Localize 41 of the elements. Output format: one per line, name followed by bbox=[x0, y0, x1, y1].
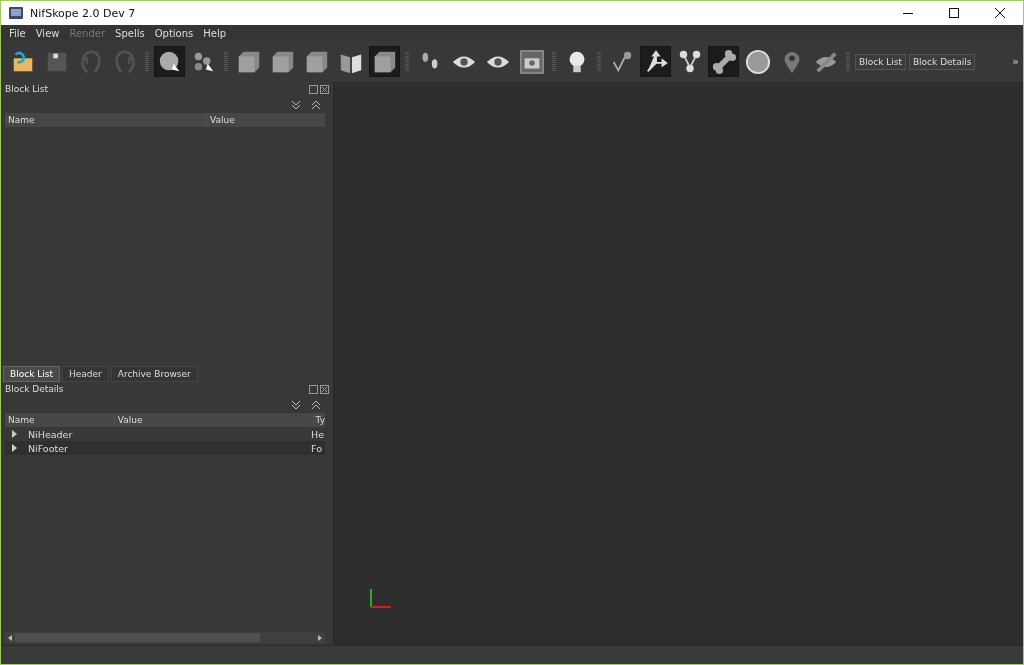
axis-gizmo-icon bbox=[369, 588, 393, 610]
tab[interactable]: Header bbox=[61, 366, 109, 382]
menu-item[interactable]: File bbox=[4, 27, 31, 39]
column-header[interactable]: Value bbox=[207, 115, 235, 125]
disc-icon bbox=[744, 48, 771, 75]
expand-all-icon[interactable] bbox=[311, 400, 321, 410]
column-header[interactable]: Ty bbox=[313, 415, 325, 425]
tree-item[interactable]: NiFooter bbox=[24, 442, 311, 454]
expand-arrow-icon[interactable] bbox=[10, 430, 18, 438]
toolbar-text-button[interactable]: Block Details bbox=[908, 53, 976, 70]
menu-item[interactable]: Spells bbox=[110, 27, 150, 39]
camera-icon bbox=[518, 48, 545, 75]
app-icon bbox=[8, 5, 24, 21]
tab[interactable]: Archive Browser bbox=[110, 366, 198, 382]
bone-tool-button[interactable] bbox=[708, 46, 739, 77]
float-icon[interactable] bbox=[309, 384, 318, 394]
float-icon[interactable] bbox=[309, 84, 318, 94]
tab[interactable]: Block List bbox=[3, 366, 60, 382]
menu-item[interactable]: Help bbox=[198, 27, 232, 39]
bone-icon bbox=[710, 48, 737, 75]
cube-tool-button[interactable] bbox=[369, 46, 400, 77]
menu-item[interactable]: View bbox=[30, 27, 65, 39]
collapse-all-icon[interactable] bbox=[291, 100, 301, 110]
table-cell: He bbox=[311, 428, 325, 440]
menu-item[interactable]: Options bbox=[149, 27, 199, 39]
collapse-all-icon[interactable] bbox=[291, 400, 301, 410]
expand-arrow-icon[interactable] bbox=[10, 444, 18, 452]
column-header[interactable]: Value bbox=[114, 415, 314, 425]
expand-all-icon[interactable] bbox=[311, 100, 321, 110]
column-header[interactable]: Name bbox=[5, 115, 207, 125]
axes-tool-button[interactable] bbox=[640, 46, 671, 77]
tree-item[interactable]: NiHeader bbox=[24, 428, 311, 440]
dock-title: Block Details bbox=[5, 384, 64, 394]
dock-title: Block List bbox=[5, 84, 48, 94]
table-cell-text: Fo bbox=[311, 442, 323, 454]
toolbar-text-button[interactable]: Block List bbox=[855, 53, 906, 70]
horizontal-scrollbar[interactable] bbox=[5, 632, 325, 643]
window-title: NifSkope 2.0 Dev 7 bbox=[30, 6, 136, 20]
toolbar-overflow-button[interactable]: » bbox=[1012, 55, 1019, 68]
column-header[interactable]: Name bbox=[5, 415, 115, 425]
sphere-tool-button[interactable] bbox=[154, 46, 185, 77]
